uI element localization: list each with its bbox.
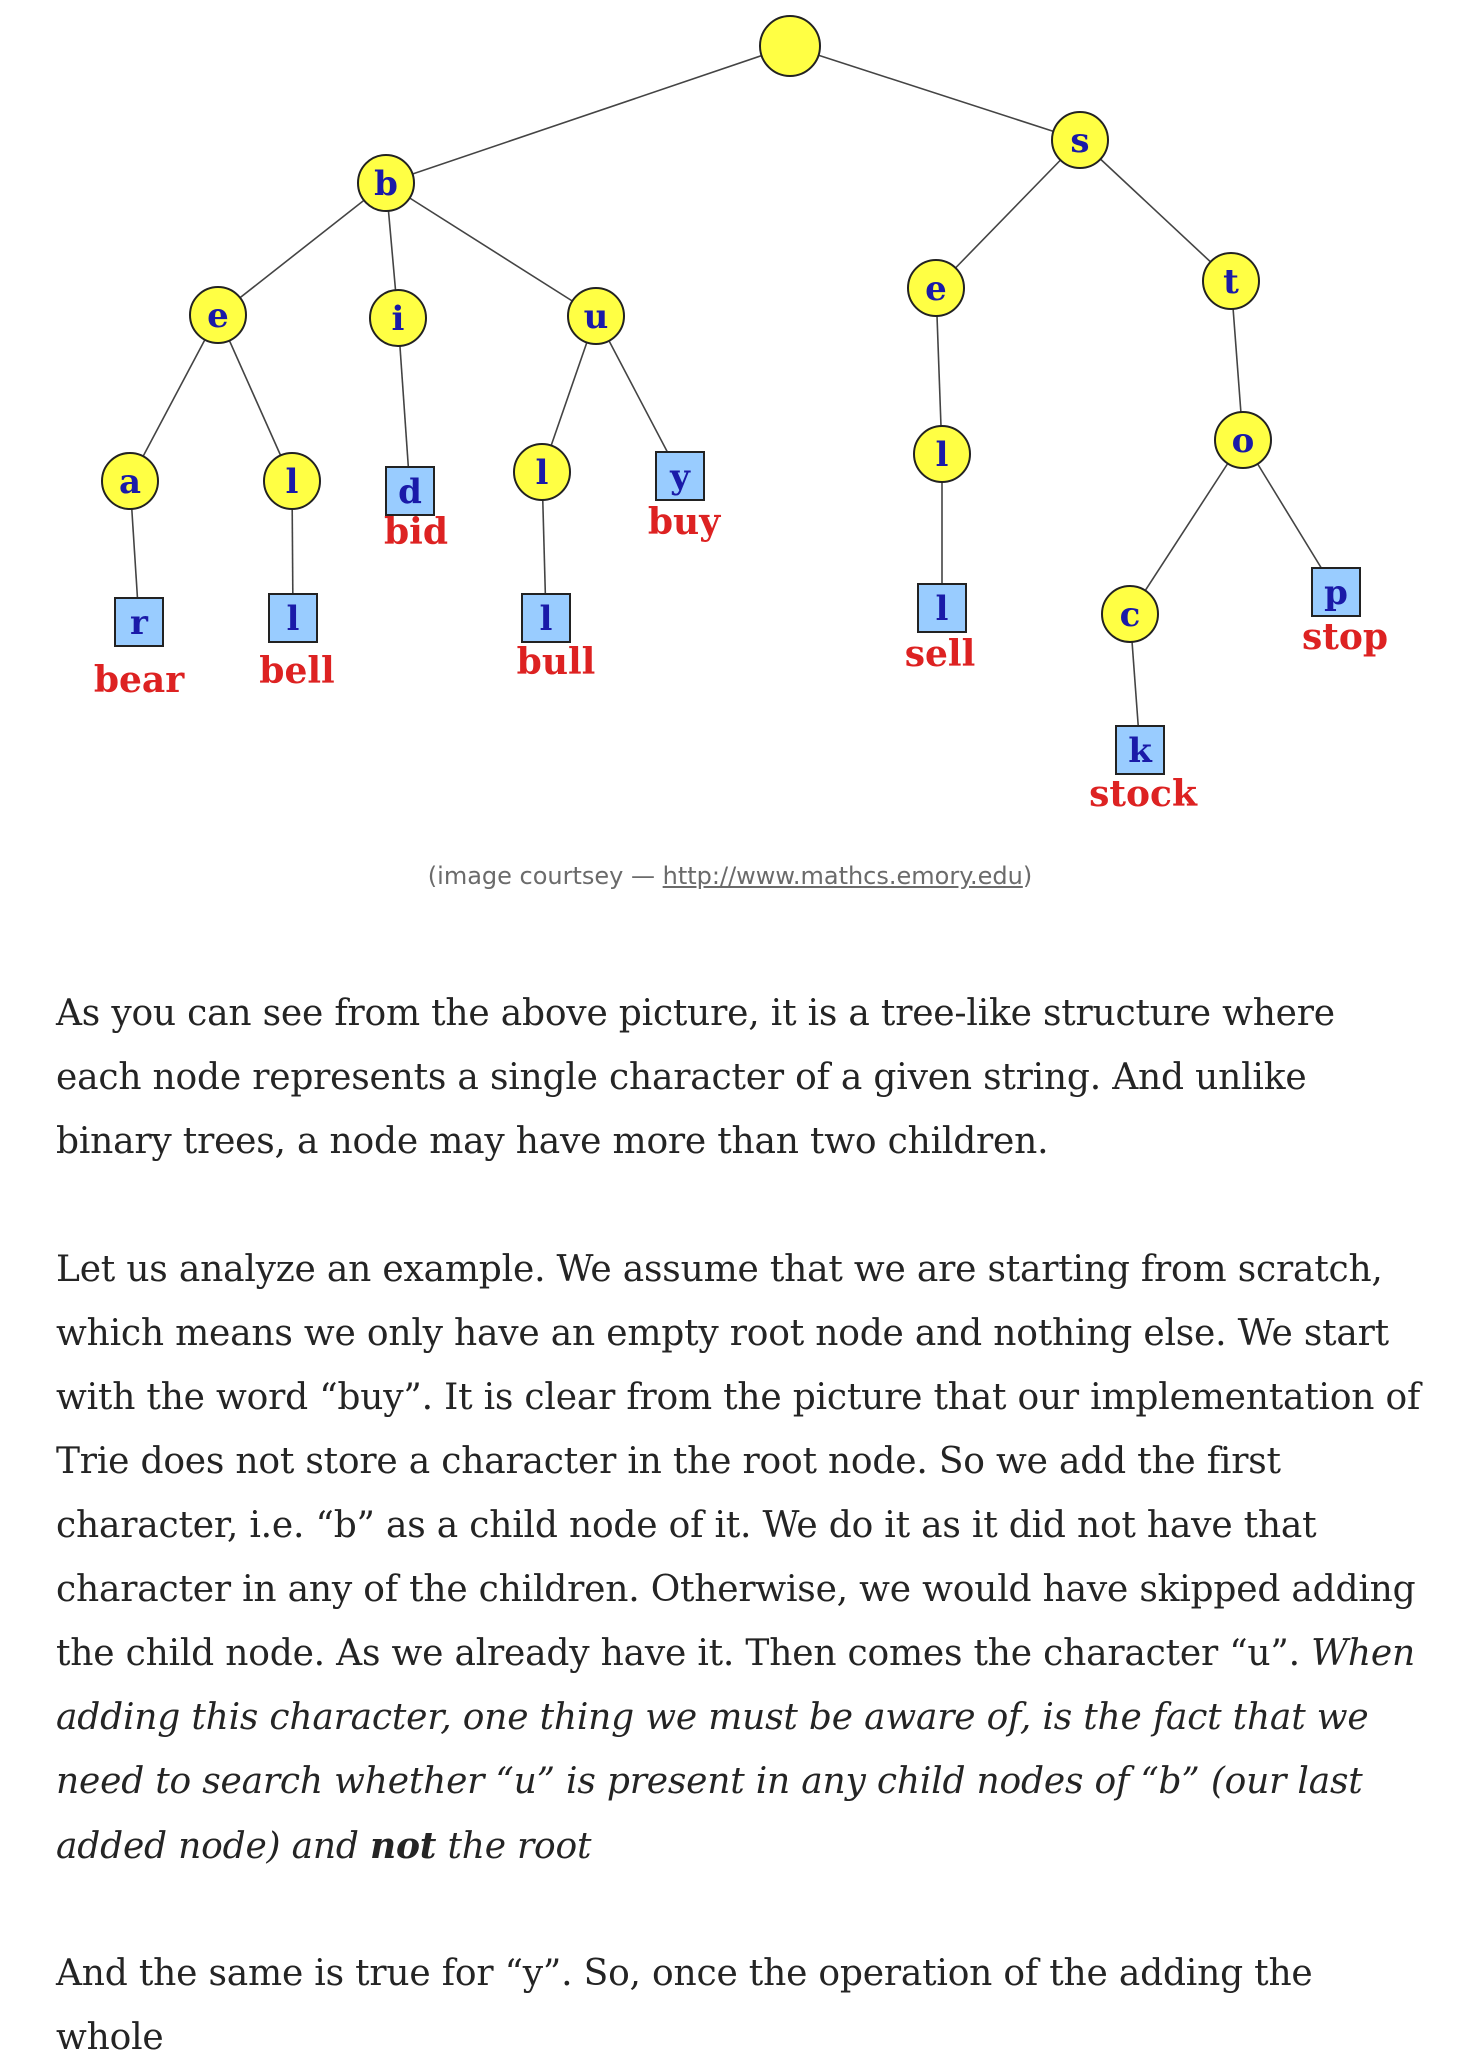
- paragraph-2-bold-not: not: [369, 1825, 437, 1867]
- trie-node-letter-l1: l: [286, 462, 299, 502]
- paragraph-2-text: Let us analyze an example. We assume tha…: [56, 1238, 1426, 1879]
- trie-edge-b-u: [385, 182, 597, 317]
- trie-root-node: [759, 15, 821, 77]
- trie-node-letter-d: d: [398, 472, 422, 512]
- trie-edge-b-e1: [217, 182, 387, 316]
- paragraph-2-italic-b: the root: [436, 1826, 592, 1867]
- trie-edge-s-t: [1079, 139, 1232, 282]
- trie-node-letter-k: k: [1128, 731, 1153, 771]
- caption-prefix: (image courtsey —: [427, 862, 663, 890]
- trie-node-letter-l3: l: [287, 599, 300, 639]
- trie-node-letter-t: t: [1223, 262, 1239, 302]
- trie-node-letter-l6: l: [936, 589, 949, 629]
- trie-node-letter-u: u: [584, 297, 609, 337]
- trie-node-letter-i: i: [392, 299, 405, 339]
- trie-word-label-sell: sell: [905, 633, 976, 675]
- paragraph-1-text: As you can see from the above picture, i…: [56, 993, 1335, 1162]
- paragraph-3-text: And the same is true for “y”. So, once t…: [56, 1953, 1313, 2058]
- trie-node-letter-e2: e: [925, 269, 947, 309]
- trie-edge-root-s: [789, 45, 1081, 141]
- trie-node-letter-e1: e: [207, 296, 229, 336]
- trie-node-letter-a: a: [119, 462, 141, 502]
- trie-edge-root-b: [385, 45, 791, 184]
- trie-node-letter-p: p: [1324, 573, 1348, 613]
- trie-node-letter-l4: l: [540, 599, 553, 639]
- trie-diagram-svg: b s e i u a l d l y r l l e t l o l c p k bear bell bid bull buy s…: [94, 15, 1388, 815]
- paragraph-trie-structure: As you can see from the above picture, i…: [56, 982, 1426, 1174]
- paragraph-continuation: And the same is true for “y”. So, once t…: [56, 1942, 1426, 2070]
- trie-word-label-bid: bid: [384, 511, 448, 553]
- paragraph-2-plain: Let us analyze an example. We assume tha…: [56, 1249, 1421, 1674]
- trie-node-letter-o: o: [1232, 421, 1255, 461]
- trie-word-label-stop: stop: [1302, 616, 1388, 658]
- trie-edge-o-c: [1129, 439, 1244, 615]
- trie-node-letter-b: b: [374, 164, 398, 204]
- paragraph-example: Let us analyze an example. We assume tha…: [56, 1238, 1426, 1879]
- caption-source-link[interactable]: http://www.mathcs.emory.edu: [663, 862, 1023, 890]
- trie-word-label-bull: bull: [517, 641, 596, 683]
- caption-suffix: ): [1022, 862, 1033, 890]
- trie-word-label-bear: bear: [94, 659, 185, 701]
- trie-node-letter-l2: l: [536, 453, 549, 493]
- trie-edge-s-e2: [935, 139, 1081, 289]
- trie-word-label-stock: stock: [1089, 773, 1198, 815]
- trie-node-letter-c: c: [1120, 595, 1141, 635]
- trie-word-label-buy: buy: [648, 501, 721, 543]
- trie-node-letter-l5: l: [936, 435, 949, 475]
- trie-node-letter-s: s: [1070, 121, 1089, 161]
- trie-word-label-bell: bell: [259, 650, 334, 692]
- trie-node-letter-y: y: [669, 457, 691, 497]
- trie-node-letter-r: r: [130, 603, 149, 643]
- image-caption: (image courtsey — http://www.mathcs.emor…: [0, 862, 1460, 890]
- trie-diagram: b s e i u a l d l y r l l e t l o l c p k bear bell bid bull buy s…: [0, 0, 1460, 840]
